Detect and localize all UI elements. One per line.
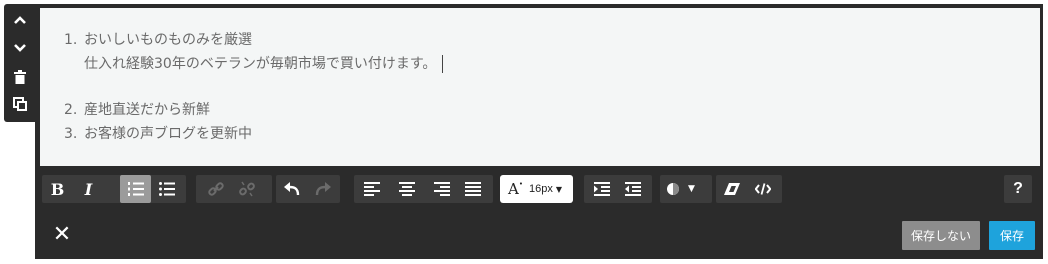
color-dropdown[interactable]: ▼ (660, 175, 712, 203)
align-right-icon (433, 182, 450, 196)
history-group (276, 175, 340, 203)
code-icon (754, 183, 771, 195)
unlink-button[interactable] (231, 175, 262, 203)
code-view-button[interactable] (747, 175, 778, 203)
eraser-icon (723, 183, 740, 195)
editor-content[interactable]: 1. おいしいものものみを厳選 仕入れ経験30年のベテランが毎朝市場で買い付けます… (40, 8, 1040, 166)
redo-button[interactable] (307, 175, 338, 203)
list-item-continuation-text: 仕入れ経験30年のベテランが毎朝市場で買い付けます。 (84, 56, 437, 72)
align-justify-button[interactable] (457, 175, 488, 203)
list-item-text: おいしいものものみを厳選 (84, 32, 252, 48)
unlink-icon (238, 181, 255, 197)
chevron-down-icon: ▼ (555, 184, 562, 194)
delete-button[interactable] (8, 65, 32, 89)
list-item-continuation: 仕入れ経験30年のベテランが毎朝市場で買い付けます。 (64, 52, 444, 76)
chevron-down-icon (14, 44, 26, 52)
list-item: 3. お客様の声ブログを更新中 (64, 122, 443, 146)
outdent-icon (624, 182, 641, 196)
save-button[interactable]: 保存 (989, 221, 1035, 250)
list-number: 2. (64, 102, 78, 118)
chevron-down-icon: ▼ (688, 184, 695, 194)
trash-icon (14, 70, 26, 84)
font-size-dot: • (518, 180, 523, 188)
duplicate-button[interactable] (8, 92, 32, 116)
list-item-text: お客様の声ブログを更新中 (84, 126, 252, 142)
align-right-button[interactable] (426, 175, 457, 203)
close-button[interactable]: ✕ (50, 221, 74, 246)
unordered-list-icon (158, 182, 175, 196)
link-group (196, 175, 272, 203)
indent-button[interactable] (586, 175, 617, 203)
redo-icon (315, 182, 331, 196)
font-size-value: 16px (528, 183, 553, 195)
align-center-button[interactable] (391, 175, 422, 203)
align-center-icon (398, 182, 415, 196)
move-up-button[interactable] (8, 8, 32, 32)
help-button[interactable]: ? (1004, 175, 1032, 203)
ordered-list-icon (127, 182, 144, 196)
indent-group (584, 175, 652, 203)
font-size-dropdown[interactable]: A • 16px ▼ (500, 175, 573, 203)
blank-line (64, 76, 443, 98)
list-number: 3. (64, 126, 78, 142)
text-cursor (442, 55, 444, 73)
discard-button[interactable]: 保存しない (902, 221, 980, 250)
misc-group (716, 175, 782, 203)
bold-button[interactable]: B (42, 175, 73, 203)
indent-icon (593, 182, 610, 196)
align-justify-icon (464, 182, 481, 196)
formatting-toolbar: B I A • 16px ▼ ▼ ? (40, 172, 1040, 206)
link-button[interactable] (200, 175, 231, 203)
duplicate-icon (13, 97, 27, 111)
color-icon (667, 183, 679, 195)
unordered-list-button[interactable] (151, 175, 182, 203)
clear-format-button[interactable] (716, 175, 747, 203)
ordered-list-button[interactable] (120, 175, 151, 203)
undo-icon (283, 182, 299, 196)
list-item-text: 産地直送だから新鮮 (84, 102, 210, 118)
block-controls (4, 4, 35, 122)
link-icon (207, 182, 224, 196)
text-style-group: B I (42, 175, 186, 203)
list-item: 2. 産地直送だから新鮮 (64, 98, 443, 122)
undo-button[interactable] (276, 175, 307, 203)
move-down-button[interactable] (8, 36, 32, 60)
chevron-up-icon (14, 16, 26, 24)
alignment-group (354, 175, 493, 203)
list-item: 1. おいしいものものみを厳選 (64, 28, 443, 52)
italic-button[interactable]: I (73, 175, 104, 203)
align-left-icon (363, 182, 380, 196)
outdent-button[interactable] (617, 175, 648, 203)
font-size-icon: A (508, 180, 519, 198)
list-number: 1. (64, 32, 78, 48)
align-left-button[interactable] (356, 175, 387, 203)
ordered-list: 1. おいしいものものみを厳選 仕入れ経験30年のベテランが毎朝市場で買い付けます… (64, 28, 444, 146)
